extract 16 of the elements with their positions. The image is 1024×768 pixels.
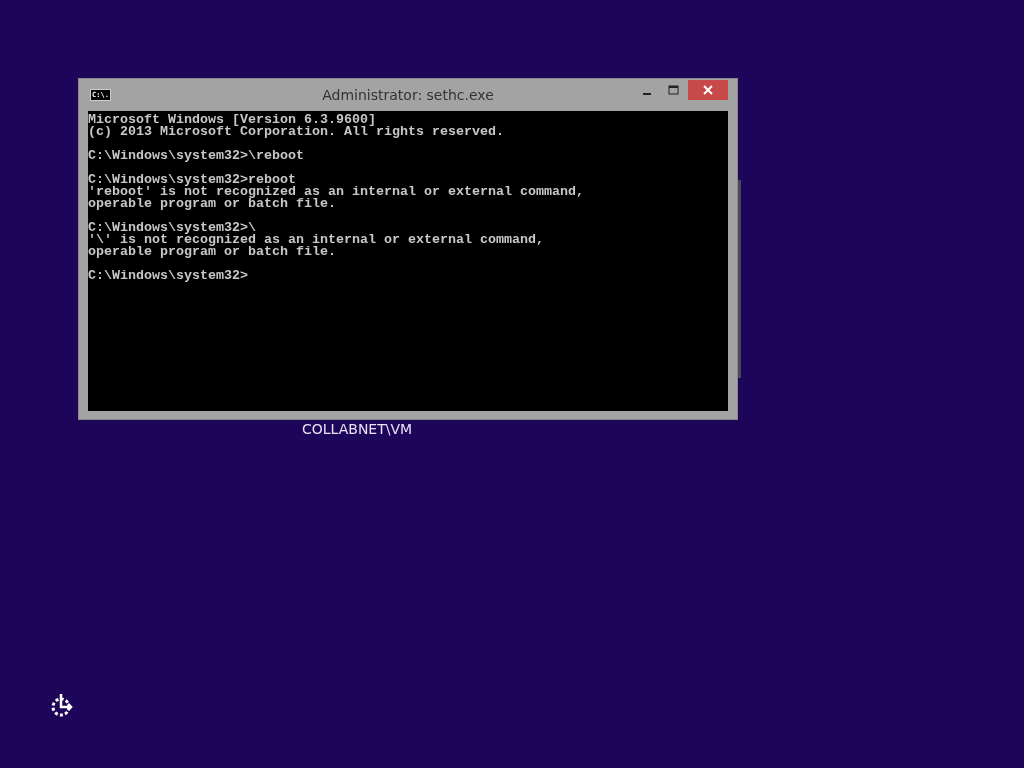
console-line: C:\Windows\system32>\reboot — [88, 150, 305, 162]
console-line: operable program or batch file. — [88, 198, 337, 210]
minimize-icon — [643, 93, 651, 95]
console-line: Microsoft Windows [Version 6.3.9600] — [88, 114, 377, 126]
maximize-icon — [667, 85, 679, 95]
console-line: 'reboot' is not recognized as an internal or external command, — [88, 186, 585, 198]
console-line: C:\Windows\system32> — [88, 270, 249, 282]
console-line: '\' is not recognized as an internal or external command, — [88, 234, 545, 246]
console-line: C:\Windows\system32>reboot — [88, 174, 297, 186]
console-line: operable program or batch file. — [88, 246, 337, 258]
close-icon — [703, 85, 713, 95]
console-line: C:\Windows\system32>\ — [88, 222, 257, 234]
close-button[interactable] — [688, 80, 728, 100]
console-line: (c) 2013 Microsoft Corporation. All rights reserved. — [88, 126, 505, 138]
user-name: COLLABNET\VM — [302, 421, 413, 437]
window-title: Administrator: sethc.exe — [322, 87, 494, 103]
